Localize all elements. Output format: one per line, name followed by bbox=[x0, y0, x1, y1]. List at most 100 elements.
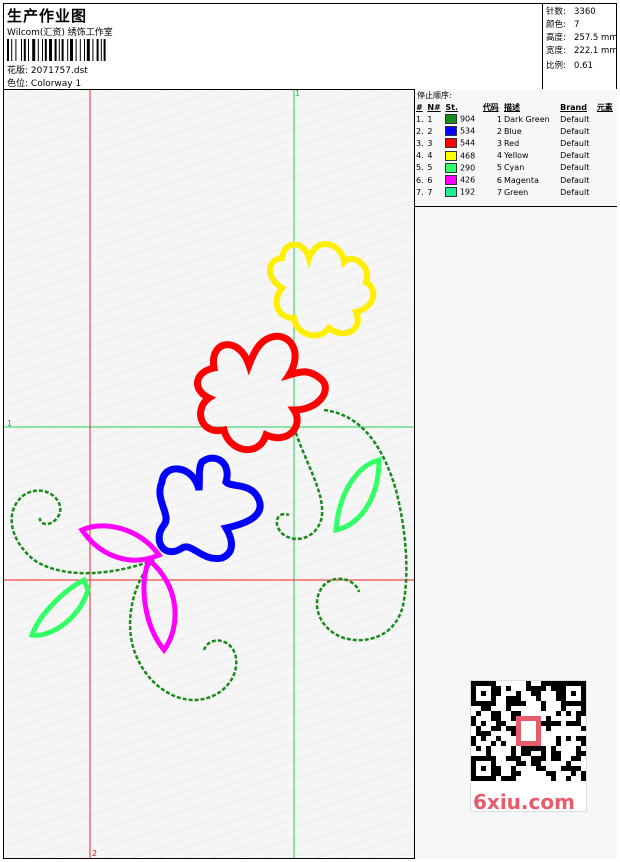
needle-number: 5 bbox=[427, 163, 433, 173]
needle-number: 7 bbox=[427, 187, 433, 197]
row-index: 2. bbox=[416, 126, 424, 136]
color-code: 2 bbox=[496, 126, 502, 136]
element-cell bbox=[596, 150, 617, 162]
element-cell bbox=[596, 186, 617, 198]
color-row[interactable]: 5. 5 290 5 Cyan Default bbox=[415, 162, 617, 174]
column-header: 描述 bbox=[503, 102, 520, 112]
color-code: 5 bbox=[496, 163, 502, 173]
stats-box: 针数: 3360 颜色: 7 高度: 257.5 mm 宽度: 222.1 mm 比例:… bbox=[542, 3, 618, 89]
color-brand: Default bbox=[560, 163, 590, 173]
row-index: 6. bbox=[416, 175, 424, 185]
embroidery-preview: 1 1 2 bbox=[4, 89, 414, 858]
stitch-count: 534 bbox=[444, 125, 481, 137]
stat-ratio: 比例: 0.61 bbox=[546, 61, 593, 71]
stat-width: 宽度: 222.1 mm bbox=[546, 46, 618, 56]
row-index: 7. bbox=[416, 187, 424, 197]
needle-number: 4 bbox=[427, 151, 433, 161]
color-table-body: 1. 1 904 1 Dark Green Default 2. 2 534 2 Blue Def… bbox=[415, 113, 617, 198]
marker-bottom: 2 bbox=[92, 849, 97, 858]
stitch-count: 904 bbox=[444, 113, 481, 125]
color-swatch bbox=[445, 187, 458, 198]
color-description: Red bbox=[503, 138, 520, 148]
leaves-cyan bbox=[28, 456, 382, 638]
color-row[interactable]: 7. 7 192 7 Green Default bbox=[415, 186, 617, 198]
stitch-count: 192 bbox=[444, 186, 481, 198]
color-row[interactable]: 4. 4 468 4 Yellow Default bbox=[415, 150, 617, 162]
color-description: Dark Green bbox=[503, 114, 550, 124]
company-name: Wilcom(汇资) 绣饰工作室 bbox=[7, 28, 113, 38]
color-description: Magenta bbox=[503, 175, 539, 185]
table-header-row: # N# St. 代码 描述 Brand 元素 bbox=[415, 101, 617, 113]
color-swatch bbox=[445, 114, 458, 125]
color-swatch bbox=[445, 126, 458, 137]
column-header: 元素 bbox=[596, 102, 613, 112]
colorway-label: 色位: bbox=[7, 79, 29, 89]
needle-number: 2 bbox=[427, 126, 433, 136]
color-brand: Default bbox=[560, 126, 590, 136]
color-swatch bbox=[445, 162, 458, 173]
needle-number: 6 bbox=[427, 175, 433, 185]
stitch-count: 290 bbox=[444, 162, 481, 174]
design-label: 花版: bbox=[7, 66, 29, 76]
color-code: 7 bbox=[496, 187, 502, 197]
color-description: Cyan bbox=[503, 163, 525, 173]
element-cell bbox=[596, 137, 617, 149]
row-index: 1. bbox=[416, 114, 424, 124]
element-cell bbox=[596, 125, 617, 137]
row-index: 3. bbox=[416, 138, 424, 148]
color-row[interactable]: 3. 3 544 3 Red Default bbox=[415, 137, 617, 149]
color-description: Green bbox=[503, 187, 529, 197]
element-cell bbox=[596, 162, 617, 174]
color-row[interactable]: 6. 6 426 6 Magenta Default bbox=[415, 174, 617, 186]
qr-pattern bbox=[471, 681, 586, 781]
color-code: 4 bbox=[496, 151, 502, 161]
needle-number: 1 bbox=[427, 114, 433, 124]
marker-top: 1 bbox=[295, 90, 300, 98]
design-file: 花版: 2071757.dst bbox=[7, 63, 88, 76]
flower-blue bbox=[155, 454, 264, 562]
color-brand: Default bbox=[560, 151, 590, 161]
color-code: 1 bbox=[496, 114, 502, 124]
flower-yellow bbox=[267, 241, 377, 339]
color-row[interactable]: 2. 2 534 2 Blue Default bbox=[415, 125, 617, 137]
colorway: 色位: Colorway 1 bbox=[7, 76, 81, 89]
color-description: Yellow bbox=[503, 151, 529, 161]
color-swatch bbox=[445, 175, 458, 186]
design-canvas[interactable]: 1 1 2 bbox=[4, 89, 414, 858]
color-brand: Default bbox=[560, 175, 590, 185]
column-header: # bbox=[416, 102, 423, 112]
design-value: 2071757.dst bbox=[30, 66, 88, 76]
color-code: 6 bbox=[496, 175, 502, 185]
color-swatch bbox=[445, 150, 458, 161]
column-header: St. bbox=[445, 102, 459, 112]
element-cell bbox=[596, 174, 617, 186]
watermark-logo: 6xiu.com bbox=[473, 790, 575, 814]
table-divider bbox=[415, 206, 617, 207]
row-index: 5. bbox=[416, 163, 424, 173]
header: 生产作业图 Wilcom(汇资) 绣饰工作室 花版: 2071757.dst 色… bbox=[3, 3, 618, 90]
color-table: # N# St. 代码 描述 Brand 元素 1. 1 904 1 Dark Green Defa… bbox=[415, 101, 617, 198]
stitch-count: 426 bbox=[444, 174, 481, 186]
colorway-value: Colorway 1 bbox=[30, 79, 82, 89]
column-header: N# bbox=[427, 102, 441, 112]
row-index: 4. bbox=[416, 151, 424, 161]
stat-stitches: 针数: 3360 bbox=[546, 7, 596, 17]
element-cell bbox=[596, 113, 617, 125]
stitch-count: 468 bbox=[444, 150, 481, 162]
color-row[interactable]: 1. 1 904 1 Dark Green Default bbox=[415, 113, 617, 125]
stitch-count: 544 bbox=[444, 137, 481, 149]
color-description: Blue bbox=[503, 126, 522, 136]
needle-number: 3 bbox=[427, 138, 433, 148]
panel-heading: 停止顺序: bbox=[417, 91, 452, 100]
color-code: 3 bbox=[496, 138, 502, 148]
color-brand: Default bbox=[560, 138, 590, 148]
column-header: 代码 bbox=[482, 102, 499, 112]
stat-height: 高度: 257.5 mm bbox=[546, 33, 618, 43]
flower-red bbox=[194, 332, 329, 454]
color-swatch bbox=[445, 138, 458, 149]
barcode bbox=[7, 39, 106, 61]
color-brand: Default bbox=[560, 187, 590, 197]
marker-left: 1 bbox=[7, 419, 12, 428]
column-header: Brand bbox=[560, 102, 587, 112]
page-title: 生产作业图 bbox=[7, 7, 88, 25]
